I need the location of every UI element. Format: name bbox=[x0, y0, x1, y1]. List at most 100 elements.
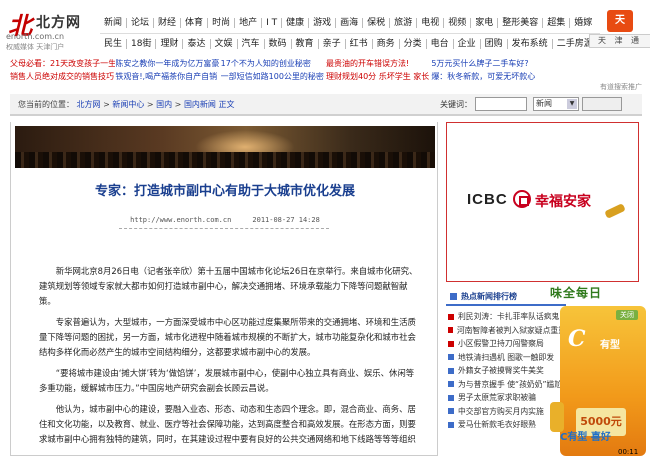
tianjin-badge-icon: 天 bbox=[607, 10, 633, 32]
breadcrumb-bar: 您当前的位置： 北方网 > 新闻中心 > 国内 > 国内新闻 正文 关键词： 新… bbox=[10, 94, 642, 116]
fly-ad-letter: C bbox=[568, 326, 586, 352]
icbc-wordmark: ICBC bbox=[467, 191, 508, 208]
nav-link[interactable]: 文娱 bbox=[211, 39, 238, 49]
site-header: 北 北方网 enorth.com.cn 权威媒体 天津门户 新闻 论坛 财经 体育 时尚… bbox=[0, 0, 650, 55]
hot-news-item[interactable]: 外籍女子被摸臀奖牛美奖 bbox=[446, 364, 566, 378]
nav-link[interactable]: 画海 bbox=[336, 18, 364, 28]
nav-link[interactable]: 论坛 bbox=[127, 18, 155, 28]
nav-link[interactable]: 电台 bbox=[427, 39, 454, 49]
nav-link[interactable]: 财经 bbox=[154, 18, 182, 28]
nav-link[interactable]: 民生 bbox=[100, 39, 128, 49]
article-source-url[interactable]: http://www.enorth.com.cn bbox=[130, 216, 231, 224]
breadcrumb-item-current[interactable]: 国内新闻 正文 bbox=[184, 100, 235, 109]
tianjin-link[interactable]: 天 天 津 通 bbox=[589, 10, 650, 50]
nav-link[interactable]: 泰达 bbox=[183, 39, 211, 49]
ad-link[interactable]: 铁观音!,喝产福茶你自产自销 bbox=[115, 71, 220, 82]
car-icon bbox=[604, 203, 626, 219]
ad-link[interactable]: 一部短信如路100公里的秘密 bbox=[221, 71, 326, 82]
nav-link[interactable]: 时尚 bbox=[208, 18, 236, 28]
nav-link[interactable]: 新闻 bbox=[100, 18, 128, 28]
chevron-down-icon[interactable]: ▼ bbox=[567, 99, 577, 109]
nav-link[interactable]: 家电 bbox=[471, 18, 499, 28]
hot-news-item[interactable]: 男子太原荒冢求职被骗 bbox=[446, 391, 566, 405]
square-bullet-icon bbox=[450, 292, 457, 300]
rank-bullet-icon bbox=[448, 327, 453, 334]
nav-link[interactable]: 数码 bbox=[265, 39, 292, 49]
ad-link[interactable]: 爆：秋冬新款，可爱无坏款心 bbox=[431, 71, 536, 82]
nav-link[interactable]: 团购 bbox=[481, 39, 508, 49]
icbc-logo-icon bbox=[513, 190, 531, 208]
floating-ad[interactable]: 味全每日 C 有型 关闭 5000元 C有型 喜好 bbox=[550, 276, 646, 456]
city-banner-image bbox=[15, 126, 435, 168]
breadcrumb-item-news[interactable]: 新闻中心 bbox=[112, 100, 144, 109]
nav-link[interactable]: 婚嫁 bbox=[570, 18, 596, 28]
nav-link[interactable]: 企业 bbox=[454, 39, 481, 49]
nav-link[interactable]: 汽车 bbox=[238, 39, 265, 49]
nav-link[interactable]: 整形美容 bbox=[498, 18, 544, 28]
nav-link[interactable]: 体育 bbox=[181, 18, 209, 28]
ad-link[interactable]: 父母必看：21天改变孩子一生 bbox=[10, 58, 115, 69]
meta-divider bbox=[119, 228, 329, 229]
ad-link[interactable]: 陈安之教你一年成为亿万富豪 bbox=[115, 58, 220, 69]
logo-url: enorth.com.cn bbox=[6, 32, 65, 41]
ad-link[interactable]: 5万元买什么牌子二手车好? bbox=[431, 58, 536, 69]
nav-link[interactable]: 地产 bbox=[235, 18, 263, 28]
hot-news-item[interactable]: 爱马仕新款毛衣好眼熟 bbox=[446, 418, 566, 432]
rank-bullet-icon bbox=[448, 408, 454, 415]
site-logo[interactable]: 北 北方网 enorth.com.cn 权威媒体 天津门户 bbox=[6, 6, 96, 51]
rank-bullet-icon bbox=[448, 367, 454, 374]
hot-news-text: 爱马仕新款毛衣好眼熟 bbox=[458, 420, 536, 430]
ad-link[interactable]: 理财规划40分 乐坏学生 家长 bbox=[326, 71, 431, 82]
nav-link[interactable]: 亲子 bbox=[319, 39, 346, 49]
icbc-ad[interactable]: ICBC 幸福安家 bbox=[446, 122, 639, 282]
hot-news-item[interactable]: 地铁清扫遇机 图歌一触即发 bbox=[446, 351, 566, 365]
nav-link[interactable]: 旅游 bbox=[390, 18, 418, 28]
nav-link[interactable]: 商务 bbox=[373, 39, 400, 49]
nav-link[interactable]: 红书 bbox=[346, 39, 373, 49]
hot-news-item[interactable]: 中交部官方购买月内实施 bbox=[446, 405, 566, 419]
hot-news-item[interactable]: 小区假警卫持刀闯警察局 bbox=[446, 337, 566, 351]
search-button[interactable] bbox=[582, 97, 622, 111]
nav-link[interactable]: 发布系统 bbox=[508, 39, 553, 49]
nav-link[interactable]: 18街 bbox=[127, 39, 157, 49]
search-input[interactable] bbox=[475, 97, 527, 111]
text-ad-links: 父母必看：21天改变孩子一生 陈安之教你一年成为亿万富豪 17个不为人知的创业秘密最… bbox=[10, 57, 642, 91]
nav-link[interactable]: 健康 bbox=[282, 18, 310, 28]
rank-bullet-icon bbox=[448, 340, 454, 347]
ad-link[interactable]: 最贵油的开车错误方法! bbox=[326, 58, 431, 69]
hot-news-item[interactable]: 为与普京握手 使“孩奶奶”尴尬 bbox=[446, 378, 566, 392]
rank-bullet-icon bbox=[448, 381, 454, 388]
breadcrumb-label: 您当前的位置： bbox=[18, 100, 74, 109]
ad-source-note[interactable]: 有道搜索推广 bbox=[600, 82, 642, 92]
hot-news-text: 为与普京握手 使“孩奶奶”尴尬 bbox=[458, 379, 563, 389]
nav-link[interactable]: 电视 bbox=[417, 18, 445, 28]
nav-link[interactable]: 游戏 bbox=[309, 18, 337, 28]
nav-link[interactable]: 教育 bbox=[292, 39, 319, 49]
breadcrumb-item-domestic[interactable]: 国内 bbox=[156, 100, 172, 109]
fly-ad-brand: 有型 bbox=[600, 340, 620, 351]
hot-news-text: 男子太原荒冢求职被骗 bbox=[458, 393, 536, 403]
nav-link[interactable]: 超集 bbox=[543, 18, 571, 28]
nav-link[interactable]: 理财 bbox=[156, 39, 184, 49]
article-body: 新华网北京8月26日电（记者张辛欣）第十五届中国城市化论坛26日在京举行。来自城… bbox=[39, 264, 419, 453]
article-date: 2011-08-27 14:28 bbox=[252, 216, 320, 224]
fly-ad-headline: 味全每日 bbox=[550, 286, 603, 300]
hot-news-item[interactable]: 河南智障者被判入狱家疑点重重 bbox=[446, 324, 566, 338]
ad-row-1: 父母必看：21天改变孩子一生 陈安之教你一年成为亿万富豪 17个不为人知的创业秘密最… bbox=[10, 57, 642, 70]
nav-link[interactable]: I T bbox=[262, 18, 283, 28]
hot-news-item[interactable]: 利民刘涛：卡扎菲率队话疯鬼 bbox=[446, 310, 566, 324]
nav-link[interactable]: 分类 bbox=[400, 39, 427, 49]
hot-news-text: 中交部官方购买月内实施 bbox=[458, 406, 544, 416]
article-paragraph: “要将城市建设由‘摊大饼’转为‘做馅饼’，发展城市副中心，使副中心独立具有商业、… bbox=[39, 368, 415, 393]
ad-link[interactable]: 销售人员绝对成交的销售技巧 bbox=[10, 71, 115, 82]
nav-link[interactable]: 视频 bbox=[444, 18, 472, 28]
hot-news-text: 小区假警卫持刀闯警察局 bbox=[458, 339, 544, 349]
nav-row-primary: 新闻 论坛 财经 体育 时尚 地产 I T 健康 游戏 画海 保税 旅游 电视 视频 家电 整形美容 超集 婚嫁 bbox=[100, 14, 600, 32]
nav-link[interactable]: 保税 bbox=[363, 18, 391, 28]
article-panel: 专家：打造城市副中心有助于大城市优化发展 http://www.enorth.c… bbox=[10, 122, 438, 456]
search-category-select[interactable]: 新闻 ▼ bbox=[533, 97, 579, 111]
ad-link[interactable]: 17个不为人知的创业秘密 bbox=[221, 58, 326, 69]
tianjin-tong-label[interactable]: 天 津 通 bbox=[589, 34, 650, 48]
breadcrumb-item-home[interactable]: 北方网 bbox=[77, 100, 101, 109]
fly-ad-close-button[interactable]: 关闭 bbox=[616, 310, 638, 320]
